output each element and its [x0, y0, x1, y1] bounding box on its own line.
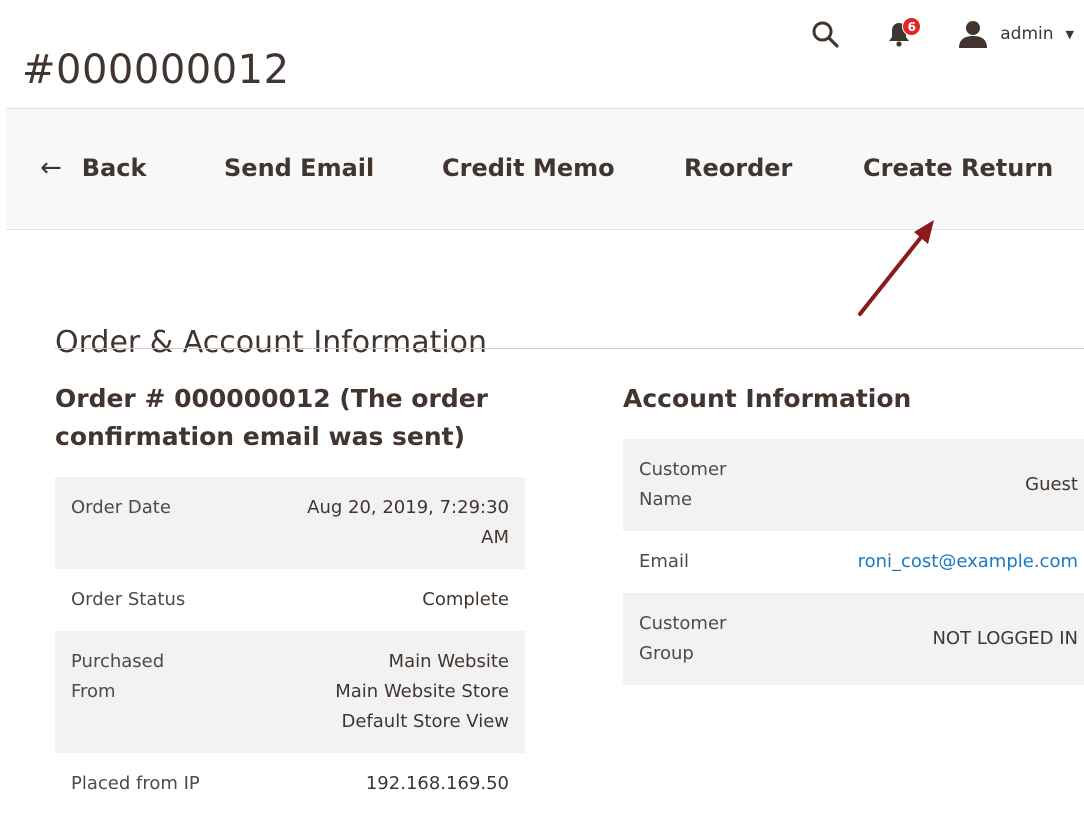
user-menu[interactable]: admin ▼: [958, 20, 1074, 48]
section-title: Order & Account Information: [55, 324, 488, 360]
row-label: Order Status: [71, 589, 186, 610]
customer-group-value: NOT LOGGED IN: [932, 628, 1078, 649]
search-icon: [812, 21, 839, 48]
row-value: Aug 20, 2019, 7:29:30 AM: [241, 477, 525, 569]
chevron-down-icon: ▼: [1065, 27, 1074, 41]
email-link[interactable]: roni_cost@example.com: [858, 551, 1078, 572]
account-heading: Account Information: [623, 384, 912, 413]
table-row: Order Status Complete: [55, 569, 525, 631]
send-email-button[interactable]: Send Email: [224, 153, 374, 183]
order-information-table: Order Date Aug 20, 2019, 7:29:30 AM Orde…: [55, 477, 525, 815]
row-label: Customer Group: [623, 593, 789, 685]
user-icon: [959, 21, 988, 48]
table-row: Email roni_cost@example.com: [623, 531, 1084, 593]
order-date-value-cont: AM: [481, 527, 509, 548]
annotation-arrow-icon: [858, 220, 934, 316]
row-label: Customer Name: [623, 439, 789, 531]
arrow-left-icon: ←: [40, 153, 62, 183]
row-label-line: Group: [639, 643, 694, 664]
account-information-table: Customer Name Guest Email roni_cost@exam…: [623, 439, 1084, 685]
credit-memo-button[interactable]: Credit Memo: [442, 153, 615, 183]
row-label-line: Customer: [639, 613, 727, 634]
table-row: Customer Name Guest: [623, 439, 1084, 531]
page-actions-toolbar: ← Back Send Email Credit Memo Reorder Cr…: [6, 108, 1084, 230]
placed-from-ip-value: 192.168.169.50: [365, 773, 509, 794]
row-label-line: Customer: [639, 459, 727, 480]
reorder-button[interactable]: Reorder: [684, 153, 792, 183]
row-label-line: Purchased: [71, 651, 165, 672]
back-button[interactable]: ← Back: [40, 153, 146, 183]
row-label-line: From: [71, 681, 116, 702]
table-row: Customer Group NOT LOGGED IN: [623, 593, 1084, 685]
table-row: Placed from IP 192.168.169.50: [55, 753, 525, 815]
store-name: Main Website Store: [335, 681, 509, 702]
email-cell: roni_cost@example.com: [789, 531, 1084, 593]
order-status-value: Complete: [422, 589, 509, 610]
page-title: #000000012: [22, 46, 290, 93]
row-label: Placed from IP: [71, 773, 200, 794]
purchased-from-value: Main Website Main Website Store Default …: [241, 631, 525, 753]
row-label-line: Name: [639, 489, 693, 510]
row-label: Purchased From: [55, 631, 241, 753]
create-return-button[interactable]: Create Return: [863, 153, 1053, 183]
search-button[interactable]: [808, 17, 842, 51]
website-name: Main Website: [388, 651, 509, 672]
table-row: Purchased From Main Website Main Website…: [55, 631, 525, 753]
header-actions: 6 admin ▼: [808, 14, 1074, 54]
customer-name-value: Guest: [1025, 474, 1078, 495]
notification-count-badge: 6: [902, 17, 922, 36]
row-label: Email: [639, 551, 689, 572]
user-name: admin: [1000, 24, 1054, 44]
notifications-button[interactable]: 6: [882, 17, 922, 51]
section-divider: [55, 348, 1084, 349]
order-heading: Order # 000000012 (The order confirmatio…: [55, 384, 488, 451]
row-label: Order Date: [71, 497, 171, 518]
order-date-value: Aug 20, 2019, 7:29:30: [307, 497, 509, 518]
table-row: Order Date Aug 20, 2019, 7:29:30 AM: [55, 477, 525, 569]
back-button-label: Back: [81, 154, 147, 182]
store-view-name: Default Store View: [341, 711, 509, 732]
